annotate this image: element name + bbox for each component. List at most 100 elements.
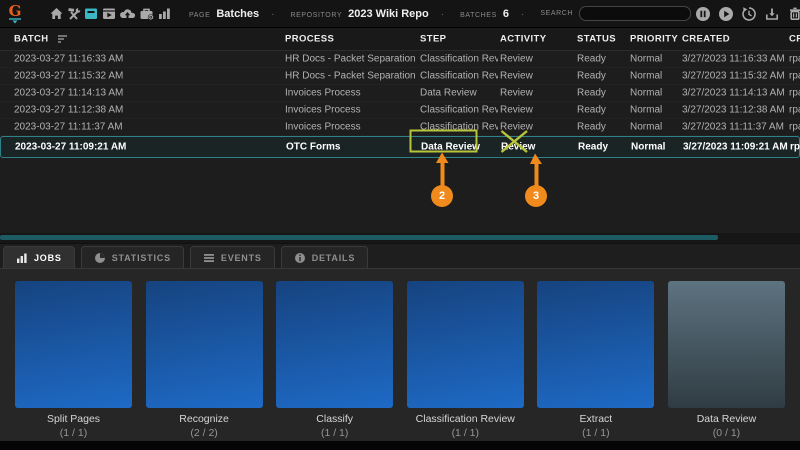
- bar-chart-icon: [157, 6, 172, 21]
- cell-created-by: rpat: [789, 88, 800, 99]
- batches-page-button[interactable]: [83, 3, 99, 24]
- column-header-priority[interactable]: PRIORITY: [630, 34, 678, 45]
- cell-activity: Review: [500, 71, 533, 82]
- job-card-data-review[interactable]: Data Review (0 / 1): [668, 281, 785, 441]
- job-thumbnail: [407, 281, 524, 408]
- trash-icon: [787, 6, 800, 22]
- job-name: Recognize: [179, 413, 229, 425]
- tools-button[interactable]: [66, 3, 81, 24]
- job-card-extract[interactable]: Extract (1 / 1): [537, 281, 654, 441]
- pause-icon: [695, 6, 711, 22]
- page-value: Batches: [216, 8, 259, 20]
- cloud-upload-icon: [119, 6, 136, 21]
- batch-process-button[interactable]: [138, 3, 155, 24]
- cell-priority: Normal: [630, 71, 662, 82]
- job-name: Extract: [580, 413, 613, 425]
- cell-step: Classification Revi...: [420, 54, 498, 65]
- job-card-classify[interactable]: Classify (1 / 1): [276, 281, 393, 441]
- job-count: (1 / 1): [582, 427, 609, 439]
- app-logo[interactable]: G: [8, 4, 22, 24]
- bag-gear-icon: [138, 6, 155, 21]
- delete-button[interactable]: [784, 3, 800, 24]
- page-label: PAGE: [189, 12, 210, 19]
- cell-priority: Normal: [630, 88, 662, 99]
- table-row[interactable]: 2023-03-27 11:12:38 AM Invoices Process …: [0, 102, 800, 119]
- cell-created-by: rpat: [789, 122, 800, 133]
- home-button[interactable]: [49, 3, 64, 24]
- job-card-recognize[interactable]: Recognize (2 / 2): [146, 281, 263, 441]
- bar-chart-icon: [16, 252, 28, 264]
- job-thumbnail: [276, 281, 393, 408]
- cell-created: 3/27/2023 11:12:38 AM: [682, 105, 785, 116]
- process-box-icon: [101, 6, 117, 21]
- cell-created: 3/27/2023 11:16:33 AM: [682, 54, 785, 65]
- cell-created-by: rpat: [789, 71, 800, 82]
- job-card-split-pages[interactable]: Split Pages (1 / 1): [15, 281, 132, 441]
- batches-icon: [83, 6, 99, 21]
- job-thumbnail: [537, 281, 654, 408]
- upload-button[interactable]: [119, 3, 136, 24]
- tab-label: DETAILS: [312, 253, 355, 263]
- repository-indicator: REPOSITORY 2023 Wiki Repo ·: [290, 8, 444, 20]
- table-header-row: BATCH PROCESS STEP ACTIVITY STATUS PRIOR…: [0, 28, 800, 51]
- search-input[interactable]: [579, 6, 691, 21]
- cell-process: Invoices Process: [285, 105, 361, 116]
- job-thumbnail: [146, 281, 263, 408]
- pause-button[interactable]: [692, 3, 713, 24]
- cell-process: HR Docs - Packet Separation: [285, 71, 416, 82]
- repository-label: REPOSITORY: [290, 12, 342, 19]
- process-button[interactable]: [101, 3, 117, 24]
- cell-status: Ready: [577, 54, 606, 65]
- batches-count-indicator: BATCHES 6 ·: [460, 8, 524, 20]
- table-row[interactable]: 2023-03-27 11:16:33 AM HR Docs - Packet …: [0, 51, 800, 68]
- job-card-classification-review[interactable]: Classification Review (1 / 1): [407, 281, 524, 441]
- table-row[interactable]: 2023-03-27 11:15:32 AM HR Docs - Packet …: [0, 68, 800, 85]
- batches-table: BATCH PROCESS STEP ACTIVITY STATUS PRIOR…: [0, 28, 800, 233]
- batches-count: 6: [503, 8, 509, 20]
- panel-splitter: [0, 233, 800, 243]
- jobs-panel: Split Pages (1 / 1) Recognize (2 / 2) Cl…: [0, 268, 800, 441]
- column-header-created-by[interactable]: CRE: [789, 34, 800, 45]
- tab-events[interactable]: EVENTS: [190, 246, 275, 268]
- column-header-created[interactable]: CREATED: [682, 34, 730, 45]
- column-header-step[interactable]: STEP: [420, 34, 446, 45]
- history-icon: [741, 6, 757, 22]
- horizontal-scrollbar[interactable]: [0, 235, 718, 240]
- column-header-process[interactable]: PROCESS: [285, 34, 334, 45]
- sort-icon[interactable]: [57, 35, 68, 44]
- tab-label: JOBS: [34, 253, 62, 263]
- batches-label: BATCHES: [460, 12, 497, 19]
- cell-step: Classification Revi...: [420, 122, 498, 133]
- home-icon: [49, 6, 64, 21]
- cell-batch: 2023-03-27 11:15:32 AM: [14, 71, 123, 82]
- table-row[interactable]: 2023-03-27 11:11:37 AM Invoices Process …: [0, 119, 800, 136]
- column-header-activity[interactable]: ACTIVITY: [500, 34, 546, 45]
- job-count: (1 / 1): [60, 427, 87, 439]
- tab-label: EVENTS: [221, 253, 262, 263]
- table-row[interactable]: 2023-03-27 11:14:13 AM Invoices Process …: [0, 85, 800, 102]
- table-row-selected[interactable]: 2023-03-27 11:09:21 AM OTC Forms Data Re…: [0, 136, 800, 158]
- tab-jobs[interactable]: JOBS: [3, 246, 75, 268]
- tab-label: STATISTICS: [112, 253, 171, 263]
- job-name: Classify: [316, 413, 353, 425]
- column-header-batch[interactable]: BATCH: [14, 34, 68, 45]
- cell-batch: 2023-03-27 11:12:38 AM: [14, 105, 123, 116]
- cell-priority: Normal: [631, 142, 665, 153]
- cell-activity: Review: [500, 105, 533, 116]
- job-count: (2 / 2): [190, 427, 217, 439]
- play-button[interactable]: [715, 3, 736, 24]
- play-icon: [718, 6, 734, 22]
- cell-activity: Review: [500, 122, 533, 133]
- logo-letter: G: [9, 4, 22, 18]
- cell-step: Classification Revi...: [420, 105, 498, 116]
- cell-created-by: rpat: [790, 142, 800, 153]
- column-header-status[interactable]: STATUS: [577, 34, 616, 45]
- tab-statistics[interactable]: STATISTICS: [81, 246, 184, 268]
- tab-details[interactable]: DETAILS: [281, 246, 368, 268]
- import-button[interactable]: [761, 3, 782, 24]
- job-thumbnail: [668, 281, 785, 408]
- cell-step: Data Review: [421, 142, 480, 153]
- history-button[interactable]: [738, 3, 759, 24]
- list-icon: [203, 252, 215, 264]
- stats-button[interactable]: [157, 3, 172, 24]
